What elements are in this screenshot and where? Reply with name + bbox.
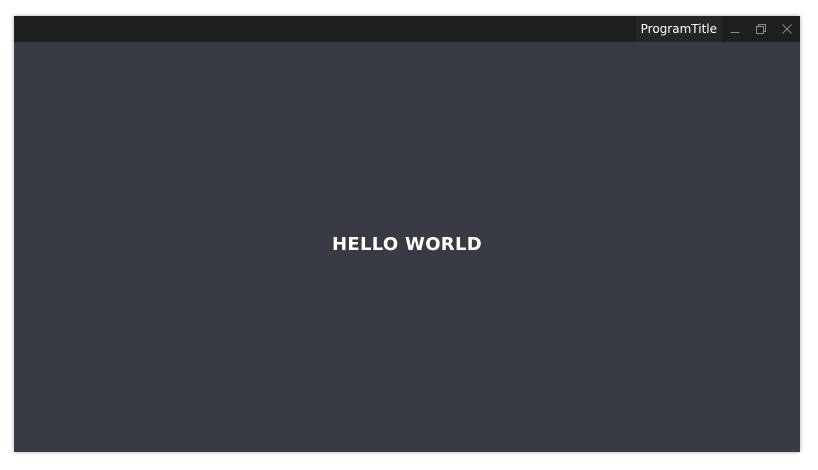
close-icon (781, 23, 793, 35)
restore-icon (755, 23, 767, 35)
title-bar[interactable]: ProgramTitle (14, 16, 800, 42)
app-window: ProgramTitle HELLO WORLD (14, 16, 800, 452)
close-button[interactable] (774, 16, 800, 42)
minimize-icon (729, 23, 741, 35)
main-heading: HELLO WORLD (332, 233, 482, 255)
minimize-button[interactable] (722, 16, 748, 42)
restore-button[interactable] (748, 16, 774, 42)
window-controls (722, 16, 800, 42)
main-content: HELLO WORLD (14, 42, 800, 452)
window-title: ProgramTitle (635, 16, 722, 42)
